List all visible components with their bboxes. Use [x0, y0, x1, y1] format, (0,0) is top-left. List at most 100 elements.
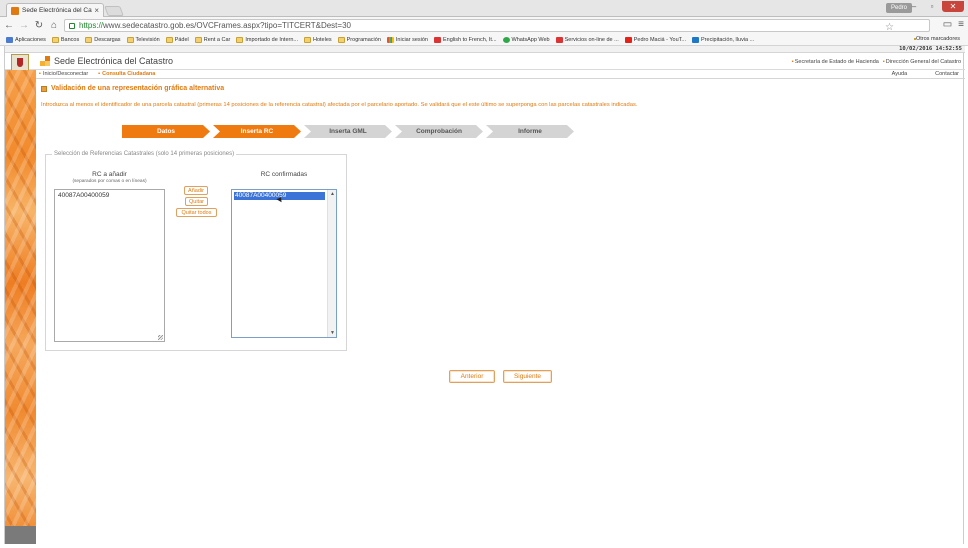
yt-icon [624, 36, 632, 43]
bookmark-label: English to French, It... [443, 36, 497, 43]
browser-toolbar: ← → ↻ ⌂ https:// www.sedecatastro.gob.es… [0, 17, 968, 34]
bookmark-label: Hoteles [312, 36, 332, 43]
previous-button[interactable]: Anterior [449, 370, 495, 383]
bookmark-label: Pádel [174, 36, 189, 43]
bookmark-label: Descargas [94, 36, 121, 43]
rc-add-hint: (separados por comas o en líneas) [72, 179, 147, 184]
server-datetime: 10/02/2016 14:52:55 [5, 46, 965, 53]
menu-icon[interactable]: ≡ [958, 19, 964, 30]
remove-button[interactable]: Quitar [185, 197, 208, 206]
scroll-down-arrow-icon[interactable]: ▼ [330, 330, 335, 336]
green-icon [502, 36, 510, 43]
bookmark-label: Aplicaciones [15, 36, 46, 43]
site-header: Sede Electrónica del Catastro Secretaría… [5, 53, 965, 71]
link-secretaria[interactable]: Secretaría de Estado de Hacienda [792, 59, 879, 65]
bookmark-label: Pedro Maciá - YouT... [633, 36, 687, 43]
reload-button[interactable]: ↻ [33, 20, 45, 32]
red-icon [434, 36, 441, 43]
coat-of-arms-icon [11, 54, 29, 71]
side-banner-image [5, 70, 36, 544]
bookmark-label: Servicios on-line de ... [564, 36, 619, 43]
rc-selection-fieldset: Selección de Referencias Catastrales (so… [45, 151, 347, 351]
bookmark-item[interactable]: Iniciar sesión [386, 36, 428, 43]
bookmark-item[interactable]: Rent a Car [194, 36, 231, 43]
bookmark-item[interactable]: Bancos [51, 36, 80, 43]
nav-consulta-ciudadana[interactable]: Consulta Ciudadana [98, 71, 155, 77]
url-scheme: https:// [79, 21, 104, 30]
bookmarks-bar: Aplicaciones Bancos Descargas Televisión Pád… [0, 34, 968, 46]
folder-icon [126, 36, 134, 43]
bookmark-item[interactable]: Precipitación, lluvia ... [692, 36, 754, 43]
step-datos: Datos [122, 125, 210, 138]
bookmark-item[interactable]: Pedro Maciá - YouT... [624, 36, 687, 43]
rc-confirmed-listbox[interactable]: 40087A00400059 ▲ ▼ [231, 189, 337, 338]
link-direccion-general[interactable]: Dirección General del Catastro [883, 59, 961, 65]
cast-icon[interactable]: ▭ [943, 19, 952, 30]
new-tab-button[interactable] [104, 6, 124, 16]
folder-icon [194, 36, 202, 43]
home-button[interactable]: ⌂ [48, 20, 60, 32]
web-page: 10/02/2016 14:52:55 Sede Electrónica del… [4, 46, 965, 544]
bookmark-label: Televisión [135, 36, 160, 43]
bookmark-item[interactable]: Importado de Intern... [236, 36, 298, 43]
bookmark-label: Rent a Car [203, 36, 231, 43]
minimize-button[interactable]: – [906, 1, 922, 12]
bookmark-item[interactable]: Televisión [126, 36, 160, 43]
page-title: Validación de una representación gráfica… [41, 85, 224, 92]
tab-title: Sede Electrónica del Cata [22, 7, 93, 14]
other-bookmarks-label: Otros marcadores [915, 36, 960, 42]
grid-icon [6, 36, 13, 43]
other-bookmarks[interactable]: Otros marcadores [913, 36, 960, 42]
bookmark-item[interactable]: Servicios on-line de ... [555, 36, 619, 43]
step-inserta-rc: Inserta RC [213, 125, 301, 138]
next-button[interactable]: Siguiente [503, 370, 552, 383]
w-icon [692, 36, 700, 43]
bookmark-item[interactable]: Programación [337, 36, 381, 43]
bookmark-item[interactable]: WhatsApp Web [502, 36, 550, 43]
folder-icon [303, 36, 311, 43]
bookmark-item[interactable]: English to French, It... [434, 36, 497, 43]
address-bar[interactable]: https:// www.sedecatastro.gob.es/OVCFram… [64, 19, 930, 33]
site-nav: Inicio/Desconectar Consulta Ciudadana Ay… [36, 70, 965, 79]
bookmark-item[interactable]: Pádel [165, 36, 189, 43]
title-bullet-icon [41, 85, 47, 92]
bookmark-label: Bancos [60, 36, 80, 43]
url-text: www.sedecatastro.gob.es/OVCFrames.aspx?t… [103, 21, 351, 30]
intro-text: Introduzca al menos el identificador de … [41, 102, 638, 108]
main-content: Validación de una representación gráfica… [36, 80, 965, 544]
bookmark-item[interactable]: Aplicaciones [6, 36, 46, 43]
remove-all-button[interactable]: Quitar todos [176, 208, 217, 217]
bookmark-label: Importado de Intern... [245, 36, 298, 43]
browser-titlebar: Sede Electrónica del Cata × Pedro – ▫ ✕ [0, 0, 968, 17]
nav-inicio[interactable]: Inicio/Desconectar [39, 71, 88, 77]
wizard-steps: Datos Inserta RC Inserta GML Comprobació… [122, 125, 577, 138]
forward-button[interactable]: → [18, 20, 30, 32]
bookmark-item[interactable]: Hoteles [303, 36, 332, 43]
resize-handle-icon[interactable] [158, 335, 163, 340]
folder-icon [236, 36, 244, 43]
tab-close-icon[interactable]: × [94, 6, 99, 15]
rc-add-title: RC a añadir [92, 171, 127, 178]
add-button[interactable]: Añadir [184, 186, 208, 195]
folder-icon [85, 36, 93, 43]
ms-icon [386, 36, 394, 43]
lock-icon [69, 22, 75, 29]
nav-contactar[interactable]: Contactar [935, 71, 959, 77]
back-button[interactable]: ← [3, 20, 15, 32]
rc-add-textarea[interactable]: 40087A00400059 [54, 189, 165, 342]
rc-add-value: 40087A00400059 [58, 192, 110, 199]
scroll-up-arrow-icon[interactable]: ▲ [330, 191, 335, 197]
close-window-button[interactable]: ✕ [942, 1, 964, 12]
bookmark-item[interactable]: Descargas [85, 36, 121, 43]
step-comprobacion: Comprobación [395, 125, 483, 138]
fieldset-legend: Selección de Referencias Catastrales (so… [52, 151, 237, 157]
step-informe: Informe [486, 125, 574, 138]
bookmark-label: Iniciar sesión [395, 36, 428, 43]
step-inserta-gml: Inserta GML [304, 125, 392, 138]
maximize-button[interactable]: ▫ [924, 1, 940, 12]
bookmark-star-icon[interactable]: ☆ [885, 22, 894, 33]
listbox-scrollbar[interactable]: ▲ ▼ [327, 190, 336, 337]
bookmark-label: Programación [346, 36, 381, 43]
nav-ayuda[interactable]: Ayuda [892, 71, 908, 77]
browser-tab[interactable]: Sede Electrónica del Cata × [6, 3, 104, 17]
